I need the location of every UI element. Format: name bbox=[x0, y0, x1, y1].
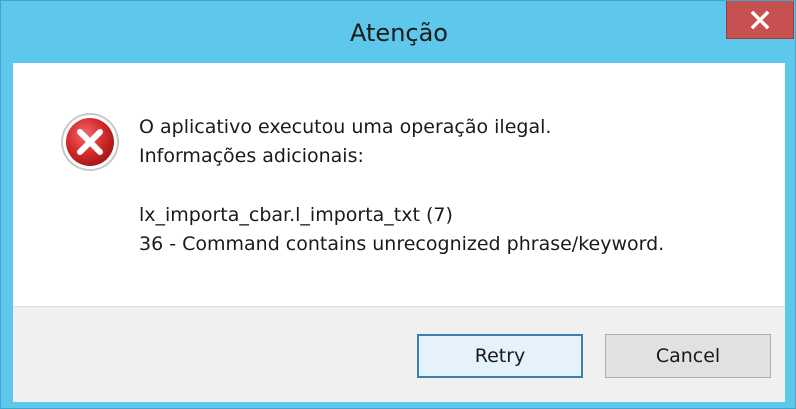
cancel-button[interactable]: Cancel bbox=[605, 334, 771, 378]
dialog-body: O aplicativo executou uma operação ilega… bbox=[13, 63, 785, 402]
message-line-2: Informações adicionais: bbox=[139, 145, 364, 167]
message-line-4: 36 - Command contains unrecognized phras… bbox=[139, 233, 665, 255]
dialog-title: Atenção bbox=[350, 19, 448, 47]
message-area: O aplicativo executou uma operação ilega… bbox=[13, 63, 785, 306]
close-x-icon bbox=[750, 10, 770, 29]
button-bar: Retry Cancel bbox=[13, 306, 785, 402]
message-line-3: lx_importa_cbar.l_importa_txt (7) bbox=[139, 204, 453, 226]
retry-button[interactable]: Retry bbox=[417, 334, 583, 378]
dialog-window: Atenção O aplicativo executou uma operaç… bbox=[0, 0, 796, 409]
close-button[interactable] bbox=[726, 1, 794, 39]
error-icon bbox=[61, 113, 119, 171]
error-message: O aplicativo executou uma operação ilega… bbox=[139, 113, 759, 259]
title-bar[interactable]: Atenção bbox=[1, 1, 796, 63]
message-line-1: O aplicativo executou uma operação ilega… bbox=[139, 116, 552, 138]
